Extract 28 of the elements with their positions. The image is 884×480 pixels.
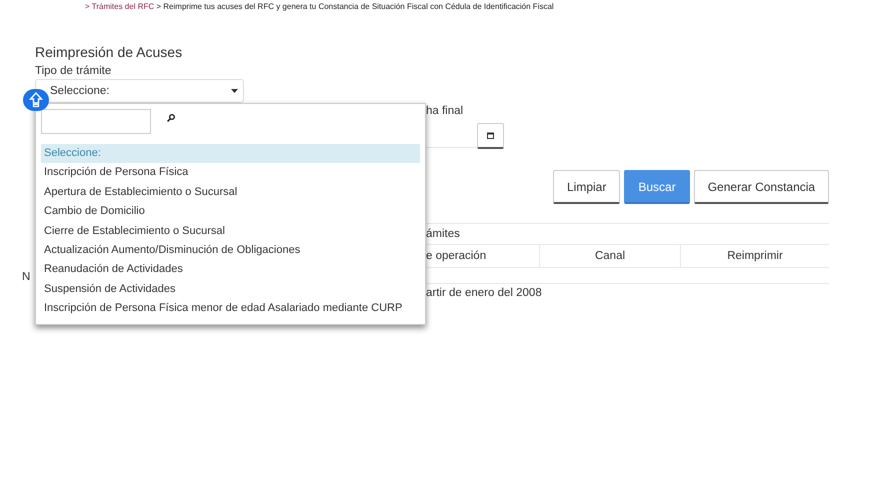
type-select[interactable]: Seleccione: <box>35 79 244 103</box>
body-text: artir de enero del 2008 <box>426 286 543 301</box>
body-text: N <box>22 271 32 285</box>
breadcrumb-separator: > <box>85 2 90 11</box>
section-title: ámites <box>426 227 461 242</box>
field-label: ha final <box>426 104 464 119</box>
dropdown-option[interactable]: Suspensión de Actividades <box>41 280 420 300</box>
action-button[interactable]: Generar Constancia <box>694 170 830 204</box>
breadcrumb-link[interactable]: Trámites del RFC <box>92 2 154 11</box>
calendar-icon <box>487 132 494 139</box>
dropdown-option[interactable]: Cambio de Domicilio <box>41 202 420 222</box>
dropdown-option[interactable]: Actualización Aumento/Disminución de Obligaciones <box>41 240 420 260</box>
column-header: Reimprimir <box>726 249 784 264</box>
search-field[interactable] <box>41 108 151 134</box>
dropdown-option[interactable]: Inscripción de Persona Física <box>41 163 420 183</box>
dropdown-option[interactable]: Reanudación de Actividades <box>41 260 420 280</box>
caret-icon <box>231 89 238 93</box>
dropdown-option[interactable]: Inscripción de Persona Física menor de edad Asalariado mediante CURP <box>41 299 420 319</box>
dropdown-option[interactable]: Apertura de Establecimiento o Sucursal <box>41 182 420 202</box>
column-header: Canal <box>540 245 681 267</box>
page-title: Reimpresión de Acuses <box>35 43 184 62</box>
calendar-button[interactable] <box>477 123 504 149</box>
breadcrumb-current: Reimprime tus acuses del RFC y genera tu Constancia de Situación Fiscal con Cédula de Identificación Fiscal <box>163 2 554 11</box>
field-label: Tipo de trámite <box>35 64 112 79</box>
breadcrumb-separator: > <box>156 2 162 11</box>
dropdown-option[interactable]: Cierre de Establecimiento o Sucursal <box>41 222 420 241</box>
search-icon <box>167 114 175 122</box>
action-button[interactable]: Limpiar <box>553 170 620 204</box>
